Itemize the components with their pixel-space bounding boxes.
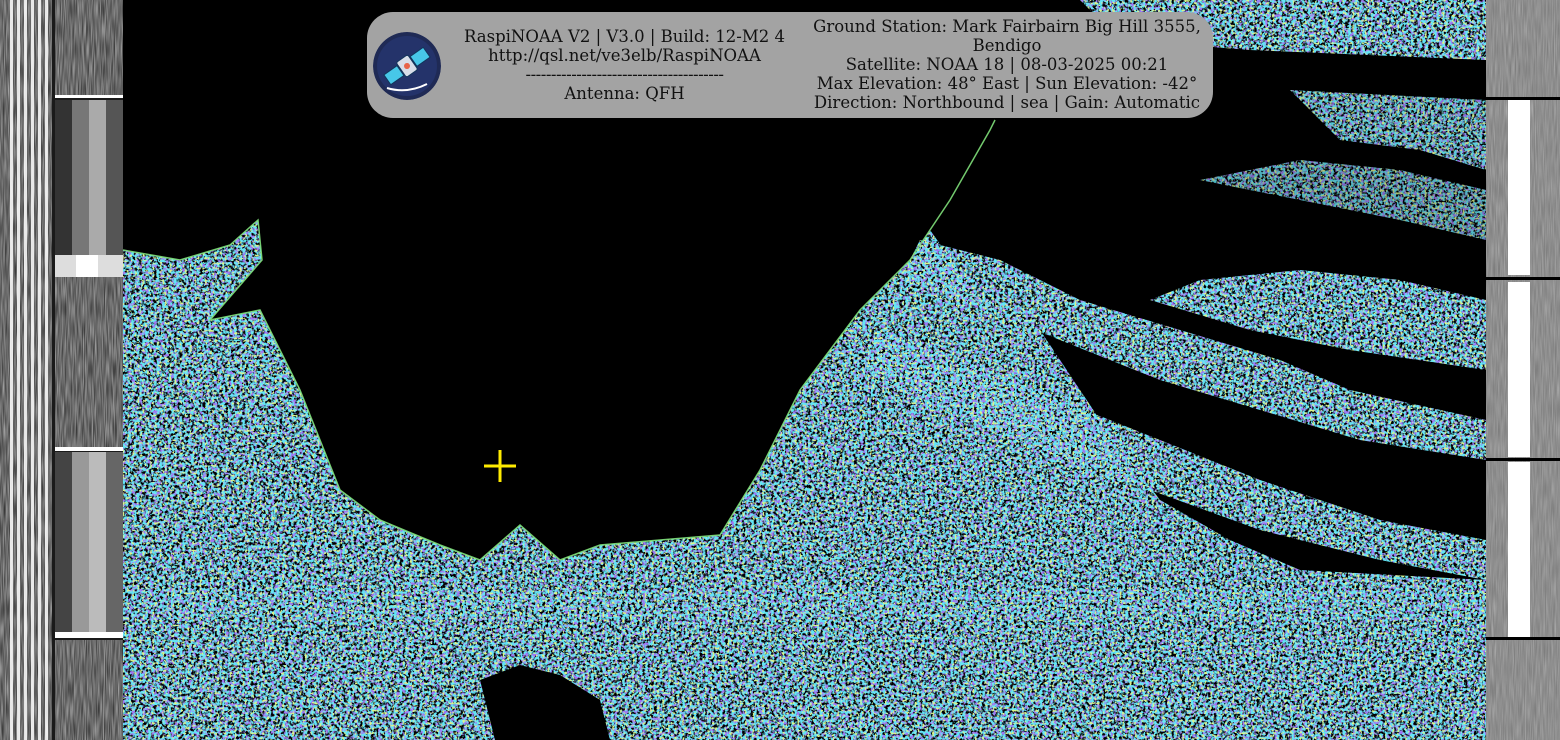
info-overlay: RaspiNOAA V2 | V3.0 | Build: 12-M2 4 htt… [367, 12, 1213, 118]
project-url: http://qsl.net/ve3elb/RaspiNOAA [488, 46, 761, 65]
station-software-info: RaspiNOAA V2 | V3.0 | Build: 12-M2 4 htt… [457, 27, 792, 103]
elevation-info: Max Elevation: 48° East | Sun Elevation:… [816, 74, 1198, 93]
ground-station-city: Bendigo [972, 36, 1042, 55]
direction-info: Direction: Northbound | sea | Gain: Auto… [813, 93, 1201, 112]
ground-station: Ground Station: Mark Fairbairn Big Hill … [813, 17, 1201, 36]
scanline-noise-band [123, 590, 1486, 620]
left-telemetry-strip [0, 0, 123, 740]
satellite-icon [373, 32, 441, 100]
software-version: RaspiNOAA V2 | V3.0 | Build: 12-M2 4 [463, 27, 786, 46]
antenna-info: Antenna: QFH [564, 84, 685, 103]
right-telemetry-strip [1486, 0, 1560, 740]
separator: --------------------------------------- [525, 65, 724, 84]
satellite-info: Satellite: NOAA 18 | 08-03-2025 00:21 [845, 55, 1169, 74]
pass-info: Ground Station: Mark Fairbairn Big Hill … [807, 17, 1207, 112]
